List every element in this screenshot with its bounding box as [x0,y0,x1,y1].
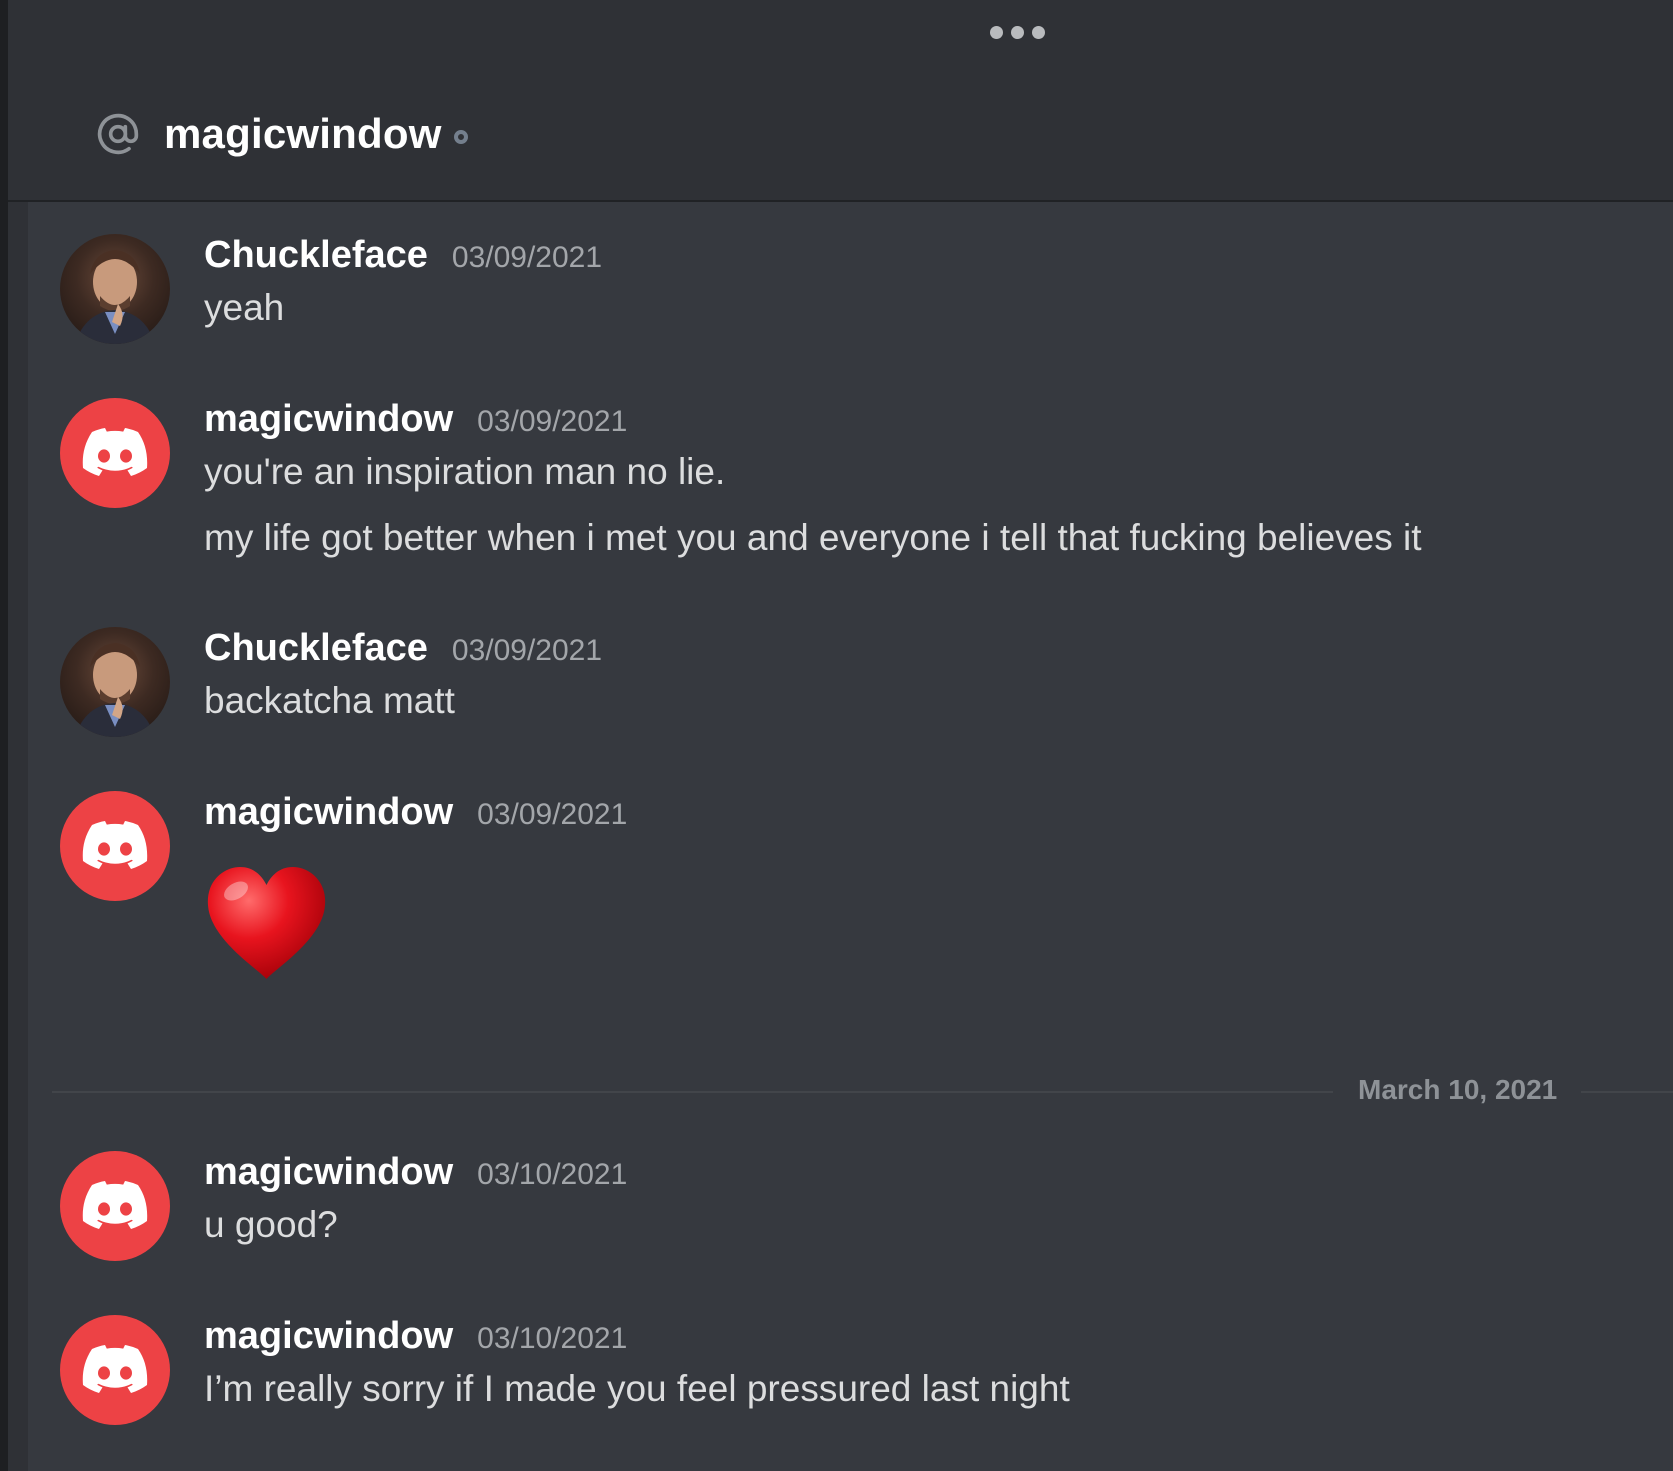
timestamp: 03/09/2021 [477,405,628,438]
message-content: magicwindow 03/10/2021 I’m really sorry … [204,1315,1070,1411]
more-dots-icon[interactable] [990,26,1045,39]
divider-line [52,1091,1333,1093]
timestamp: 03/10/2021 [477,1158,628,1191]
message-text: my life got better when i met you and ev… [204,517,1422,558]
message-content: magicwindow 03/09/2021 you're an inspira… [204,398,1422,560]
date-divider-label: March 10, 2021 [1358,1074,1558,1105]
channel-sidebar-edge [8,200,28,1471]
top-bar: magicwindow [8,0,1673,202]
message-text: yeah [204,287,285,328]
message-content: magicwindow 03/10/2021 u good? [204,1151,627,1247]
date-divider: March 10, 2021 [52,1070,1673,1114]
avatar[interactable] [60,791,170,901]
timestamp: 03/09/2021 [477,798,628,831]
timestamp: 03/09/2021 [451,634,603,667]
message-text: I’m really sorry if I made you feel pres… [204,1368,1070,1409]
avatar[interactable] [60,234,170,344]
channel-name: magicwindow [164,110,442,157]
heart-emoji-icon [207,867,326,979]
username[interactable]: Chuckleface [204,627,428,670]
offline-status-icon [453,130,468,144]
message-content: Chuckleface 03/09/2021 backatcha matt [204,627,602,723]
channel-header: magicwindow [94,104,468,164]
username[interactable]: magicwindow [204,398,453,441]
discord-logo-icon [82,428,148,476]
discord-logo-icon [82,821,148,869]
timestamp: 03/10/2021 [477,1322,628,1355]
discord-logo-icon [82,1345,148,1393]
message-content: magicwindow 03/09/2021 [204,791,627,988]
avatar[interactable] [60,1151,170,1261]
username[interactable]: magicwindow [204,1315,453,1358]
avatar[interactable] [60,627,170,737]
message-text: backatcha matt [204,680,455,721]
avatar[interactable] [60,1315,170,1425]
at-sign-icon [94,110,142,158]
message-text: you're an inspiration man no lie. [204,451,726,492]
discord-logo-icon [82,1181,148,1229]
username[interactable]: magicwindow [204,1151,453,1194]
divider-line [1581,1091,1673,1093]
avatar[interactable] [60,398,170,508]
message-text: u good? [204,1204,338,1245]
message-content: Chuckleface 03/09/2021 yeah [204,234,602,330]
username[interactable]: magicwindow [204,791,453,834]
username[interactable]: Chuckleface [204,234,428,277]
dm-window: magicwindow Chuckleface 03/09/2021 yeah [0,0,1673,1471]
timestamp: 03/09/2021 [451,241,603,274]
server-sidebar-edge [0,0,8,1471]
